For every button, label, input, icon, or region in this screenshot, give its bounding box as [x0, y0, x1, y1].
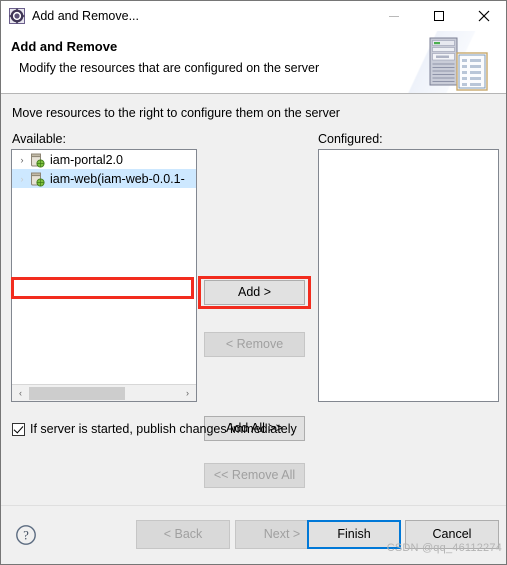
instruction-text: Move resources to the right to configure… — [12, 106, 340, 120]
scroll-left-arrow-icon[interactable]: ‹ — [12, 385, 29, 401]
minimize-icon — [388, 15, 399, 17]
back-button: < Back — [136, 520, 230, 549]
close-button[interactable] — [461, 1, 506, 31]
dialog-body: Move resources to the right to configure… — [1, 94, 506, 505]
server-and-document-icon — [424, 33, 496, 91]
wizard-banner: Add and Remove Modify the resources that… — [1, 31, 506, 94]
publish-immediately-checkbox-row[interactable]: If server is started, publish changes im… — [12, 422, 297, 436]
scrollbar-thumb[interactable] — [29, 386, 125, 400]
scroll-right-arrow-icon[interactable]: › — [179, 385, 196, 401]
close-icon — [478, 10, 489, 22]
minimize-button[interactable] — [371, 1, 416, 31]
window-controls — [371, 1, 506, 31]
maximize-button[interactable] — [416, 1, 461, 31]
remove-button: < Remove — [204, 332, 305, 357]
web-module-icon — [29, 152, 45, 168]
wizard-description: Modify the resources that are configured… — [19, 61, 320, 75]
available-label: Available: — [12, 132, 66, 146]
publish-immediately-checkbox[interactable] — [12, 422, 25, 436]
add-button[interactable]: Add > — [204, 280, 305, 305]
help-button[interactable]: ? — [15, 524, 37, 546]
horizontal-scrollbar[interactable]: ‹ › — [12, 384, 196, 401]
title-bar: Add and Remove... — [1, 1, 506, 31]
configured-label: Configured: — [318, 132, 383, 146]
configured-resources-list[interactable] — [318, 149, 499, 402]
web-module-icon — [29, 171, 45, 187]
scrollbar-track[interactable] — [29, 385, 179, 402]
publish-immediately-label: If server is started, publish changes im… — [30, 422, 297, 436]
list-item-label: iam-web(iam-web-0.0.1- — [50, 171, 185, 186]
wizard-title: Add and Remove — [11, 39, 118, 54]
eclipse-server-gear-icon — [9, 8, 25, 24]
dialog-footer: ? < Back Next > Finish Cancel CSDN @qq_4… — [1, 505, 506, 564]
available-resources-list[interactable]: › iam-portal2.0 › iam-web(iam-web-0.0.1-… — [11, 149, 197, 402]
window-title: Add and Remove... — [32, 9, 140, 23]
list-item-label: iam-portal2.0 — [50, 152, 123, 167]
watermark-text: CSDN @qq_46112274 — [386, 542, 502, 554]
list-item[interactable]: › iam-portal2.0 — [12, 150, 196, 169]
chevron-right-icon[interactable]: › — [15, 155, 29, 165]
add-and-remove-dialog: Add and Remove... Add and Remove Modify … — [0, 0, 507, 565]
chevron-right-icon[interactable]: › — [15, 174, 29, 184]
svg-text:?: ? — [23, 529, 29, 543]
list-item[interactable]: › iam-web(iam-web-0.0.1- — [12, 169, 196, 188]
remove-all-button: << Remove All — [204, 463, 305, 488]
maximize-icon — [433, 11, 444, 21]
